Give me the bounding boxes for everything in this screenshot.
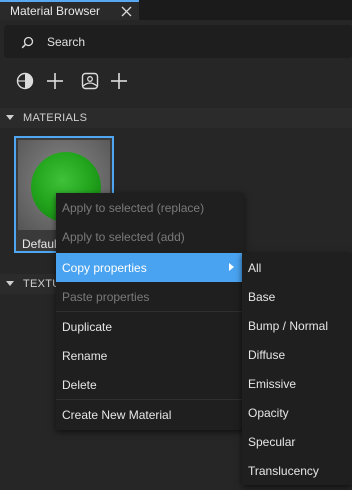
menu-item-label: Apply to selected (add) xyxy=(62,229,185,244)
collapse-arrow-icon xyxy=(6,115,14,120)
add-texture-plus-icon[interactable] xyxy=(109,71,129,91)
material-sphere-icon[interactable] xyxy=(15,71,35,91)
menu-item-label: Apply to selected (replace) xyxy=(62,200,205,215)
submenu-item-specular[interactable]: Specular xyxy=(242,427,352,456)
material-name: Defaul xyxy=(22,237,57,251)
add-material-plus-icon[interactable] xyxy=(45,71,65,91)
submenu-item-label: Translucency xyxy=(248,463,319,478)
copy-properties-submenu: All Base Bump / Normal Diffuse Emissive … xyxy=(242,253,352,485)
materials-section-header[interactable]: MATERIALS xyxy=(0,108,352,128)
materials-section-title: MATERIALS xyxy=(23,112,88,124)
menu-item-label: Copy properties xyxy=(62,260,147,275)
submenu-item-base[interactable]: Base xyxy=(242,282,352,311)
submenu-item-label: Bump / Normal xyxy=(248,318,329,333)
submenu-arrow-icon xyxy=(229,263,234,271)
menu-item-label: Paste properties xyxy=(62,289,150,304)
submenu-item-all[interactable]: All xyxy=(242,253,352,282)
submenu-item-label: Opacity xyxy=(248,405,289,420)
menu-item-label: Duplicate xyxy=(62,319,113,334)
menu-item-copy-properties[interactable]: Copy properties xyxy=(56,253,244,282)
menu-item-label: Delete xyxy=(62,377,97,392)
submenu-item-diffuse[interactable]: Diffuse xyxy=(242,340,352,369)
tab-title: Material Browser xyxy=(10,4,101,18)
submenu-item-label: Base xyxy=(248,289,276,304)
tab-bar: Material Browser xyxy=(0,0,352,20)
submenu-item-translucency[interactable]: Translucency xyxy=(242,456,352,485)
material-browser-panel: Material Browser Search MATERIALS Defaul… xyxy=(0,0,352,490)
menu-item-create-new-material[interactable]: Create New Material xyxy=(56,400,244,429)
search-input[interactable]: Search xyxy=(47,35,85,49)
search-bar[interactable]: Search xyxy=(4,25,352,58)
submenu-item-label: Diffuse xyxy=(248,347,286,362)
context-menu: Apply to selected (replace) Apply to sel… xyxy=(56,193,244,430)
close-icon[interactable] xyxy=(120,5,133,18)
texture-image-icon[interactable] xyxy=(80,71,100,91)
submenu-item-label: Specular xyxy=(248,434,296,449)
submenu-item-emissive[interactable]: Emissive xyxy=(242,369,352,398)
menu-item-rename[interactable]: Rename xyxy=(56,341,244,370)
submenu-item-label: Emissive xyxy=(248,376,297,391)
menu-item-label: Rename xyxy=(62,348,108,363)
collapse-arrow-icon xyxy=(6,281,14,286)
submenu-item-label: All xyxy=(248,260,262,275)
submenu-item-opacity[interactable]: Opacity xyxy=(242,398,352,427)
menu-item-label: Create New Material xyxy=(62,407,172,422)
menu-item-delete[interactable]: Delete xyxy=(56,370,244,399)
menu-item-apply-add[interactable]: Apply to selected (add) xyxy=(56,222,244,251)
menu-item-paste-properties[interactable]: Paste properties xyxy=(56,282,244,311)
search-icon xyxy=(21,36,34,49)
menu-item-duplicate[interactable]: Duplicate xyxy=(56,312,244,341)
tab-material-browser[interactable]: Material Browser xyxy=(0,0,139,20)
submenu-item-bump-normal[interactable]: Bump / Normal xyxy=(242,311,352,340)
textures-section-title: TEXTU xyxy=(23,278,61,290)
menu-item-apply-replace[interactable]: Apply to selected (replace) xyxy=(56,193,244,222)
